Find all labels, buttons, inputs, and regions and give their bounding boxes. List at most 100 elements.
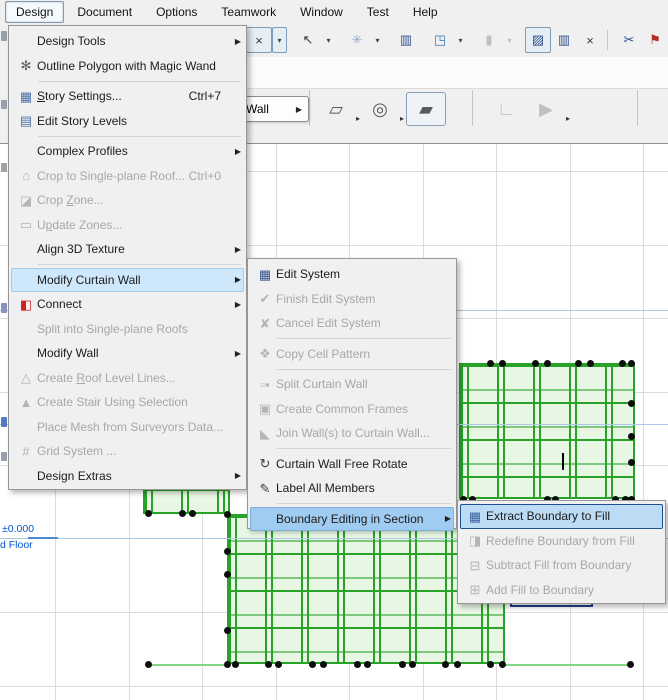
selection-handle-dot[interactable]: [144, 660, 152, 668]
selection-handle-dot[interactable]: [274, 660, 282, 668]
curtain-wall-block[interactable]: [143, 487, 230, 514]
selection-handle-dot[interactable]: [398, 660, 406, 668]
toolbox-wall-button[interactable]: Wall ▶: [239, 96, 309, 122]
selection-handle-dot[interactable]: [144, 509, 152, 517]
selection-handle-dot[interactable]: [223, 547, 231, 555]
column-dropdown-button[interactable]: ▾: [502, 27, 517, 53]
selection-handle-dot[interactable]: [319, 660, 327, 668]
selection-handle-dot[interactable]: [363, 660, 371, 668]
selection-handle-dot[interactable]: [586, 359, 594, 367]
menu-item-align-3d-texture[interactable]: Align 3D Texture ▶: [11, 237, 244, 262]
selection-handle-dot[interactable]: [231, 660, 239, 668]
corner-mode-button[interactable]: ∟: [486, 92, 526, 126]
menu-item-join-wall-s-to-curtain-wall[interactable]: ◣ Join Wall(s) to Curtain Wall...: [250, 421, 454, 446]
menu-item-extract-boundary-to-fill[interactable]: ▦ Extract Boundary to Fill: [460, 504, 663, 529]
menu-item-edit-system[interactable]: ▦ Edit System: [250, 262, 454, 287]
selection-dropdown-button[interactable]: ▾: [321, 27, 336, 53]
selection-handle-dot[interactable]: [574, 359, 582, 367]
menu-item-outline-polygon-with-magic-wand[interactable]: ✻ Outline Polygon with Magic Wand: [11, 54, 244, 79]
column-tool-button[interactable]: ▮: [476, 27, 502, 53]
menu-item-connect[interactable]: ◧ Connect ▶: [11, 292, 244, 317]
dimension-12-button[interactable]: ▥: [551, 27, 577, 53]
menu-item-place-mesh-from-surveyors-data[interactable]: Place Mesh from Surveyors Data...: [11, 415, 244, 440]
selection-handle-dot[interactable]: [486, 660, 494, 668]
selection-handle-dot[interactable]: [618, 359, 626, 367]
tracker-dropdown-button[interactable]: ▾: [272, 27, 287, 53]
menu-item-complex-profiles[interactable]: Complex Profiles ▶: [11, 139, 244, 164]
edit-system-icon: ▦: [258, 266, 272, 282]
adjust-axe-button[interactable]: ⚑: [642, 27, 668, 53]
layers-button[interactable]: ◳: [427, 27, 453, 53]
play-mode-button[interactable]: ▶: [526, 92, 566, 126]
polygon-select-tool-button[interactable]: ▰: [406, 92, 446, 126]
selection-handle-dot[interactable]: [264, 660, 272, 668]
menu-item-subtract-fill-from-boundary[interactable]: ⊟ Subtract Fill from Boundary: [460, 553, 663, 578]
curtain-wall-block[interactable]: [459, 363, 635, 499]
selection-handle-dot[interactable]: [223, 570, 231, 578]
snap-dropdown-button[interactable]: ▾: [370, 27, 385, 53]
selection-handle-dot[interactable]: [353, 660, 361, 668]
menubar-item-teamwork[interactable]: Teamwork: [210, 1, 287, 23]
tracker-tool-button[interactable]: ×: [246, 27, 272, 53]
selection-tool-button[interactable]: ↖: [295, 27, 321, 53]
add-fill-icon: ⊞: [469, 582, 481, 598]
selection-handle-dot[interactable]: [627, 359, 635, 367]
menu-item-design-extras[interactable]: Design Extras ▶: [11, 464, 244, 489]
menu-item-design-tools[interactable]: Design Tools ▶: [11, 29, 244, 54]
menu-item-redefine-boundary-from-fill[interactable]: ◨ Redefine Boundary from Fill: [460, 529, 663, 554]
selection-handle-dot[interactable]: [498, 660, 506, 668]
menu-item-crop-zone[interactable]: ◪ Crop Zone...: [11, 188, 244, 213]
menu-item-edit-story-levels[interactable]: ▤ Edit Story Levels: [11, 109, 244, 134]
menu-item-boundary-editing-in-section[interactable]: Boundary Editing in Section ▶: [250, 506, 454, 531]
selection-handle-dot[interactable]: [543, 359, 551, 367]
selection-handle-dot[interactable]: [627, 458, 635, 466]
snap-grid-button[interactable]: ✳: [344, 27, 370, 53]
selection-handle-dot[interactable]: [441, 660, 449, 668]
menu-item-split-curtain-wall[interactable]: ▫▪ Split Curtain Wall: [250, 372, 454, 397]
submenu-arrow-icon: ▶: [234, 36, 241, 46]
hatch-tool-button[interactable]: ▨: [525, 27, 551, 53]
selection-handle-dot[interactable]: [178, 509, 186, 517]
selection-handle-dot[interactable]: [531, 359, 539, 367]
menu-item-cancel-edit-system[interactable]: ✘ Cancel Edit System: [250, 311, 454, 336]
ruler-button[interactable]: ▥: [393, 27, 419, 53]
selection-handle-dot[interactable]: [453, 660, 461, 668]
menu-item-create-stair-using-selection[interactable]: ▲ Create Stair Using Selection: [11, 390, 244, 415]
menu-item-copy-cell-pattern[interactable]: ❖ Copy Cell Pattern: [250, 342, 454, 367]
menu-item-finish-edit-system[interactable]: ✔ Finish Edit System: [250, 287, 454, 312]
selection-handle-dot[interactable]: [408, 660, 416, 668]
menu-item-update-zones[interactable]: ▭ Update Zones...: [11, 213, 244, 238]
menu-item-split-into-single-plane-roofs[interactable]: Split into Single-plane Roofs: [11, 317, 244, 342]
selection-handle-dot[interactable]: [223, 626, 231, 634]
layers-dropdown-button[interactable]: ▾: [453, 27, 468, 53]
fit-button[interactable]: ×: [577, 27, 603, 53]
menu-item-label-all-members[interactable]: ✎ Label All Members: [250, 476, 454, 501]
menu-item-add-fill-to-boundary[interactable]: ⊞ Add Fill to Boundary: [460, 578, 663, 603]
menubar-item-design[interactable]: Design: [5, 1, 65, 23]
selection-handle-dot[interactable]: [308, 660, 316, 668]
menu-item-modify-curtain-wall[interactable]: Modify Curtain Wall ▶: [11, 267, 244, 292]
menubar-item-help[interactable]: Help: [402, 1, 449, 23]
selection-handle-dot[interactable]: [627, 432, 635, 440]
menu-item-story-settings[interactable]: ▦ Story Settings... Ctrl+7: [11, 84, 244, 109]
menubar-item-options[interactable]: Options: [145, 1, 208, 23]
selection-handle-dot[interactable]: [223, 510, 231, 518]
selection-handle-dot[interactable]: [627, 399, 635, 407]
menu-item-curtain-wall-free-rotate[interactable]: ↻ Curtain Wall Free Rotate: [250, 452, 454, 477]
menu-item-crop-to-single-plane-roof[interactable]: ⌂ Crop to Single-plane Roof... Ctrl+0: [11, 164, 244, 189]
split-scissors-button[interactable]: ✂: [616, 27, 642, 53]
selection-handle-dot[interactable]: [223, 660, 231, 668]
menu-item-create-common-frames[interactable]: ▣ Create Common Frames: [250, 397, 454, 422]
menubar-item-test[interactable]: Test: [356, 1, 400, 23]
selection-handle-dot[interactable]: [188, 509, 196, 517]
selection-handle-dot[interactable]: [626, 660, 634, 668]
rotate-3d-tool-button[interactable]: ◎: [360, 92, 400, 126]
menu-item-create-roof-level-lines[interactable]: △ Create Roof Level Lines...: [11, 366, 244, 391]
menu-item-modify-wall[interactable]: Modify Wall ▶: [11, 341, 244, 366]
menubar-item-window[interactable]: Window: [289, 1, 354, 23]
selection-handle-dot[interactable]: [486, 359, 494, 367]
selection-handle-dot[interactable]: [498, 359, 506, 367]
menu-item-grid-system[interactable]: # Grid System ...: [11, 439, 244, 464]
elevation-tool-button[interactable]: ▱: [316, 92, 356, 126]
menubar-item-document[interactable]: Document: [66, 1, 143, 23]
